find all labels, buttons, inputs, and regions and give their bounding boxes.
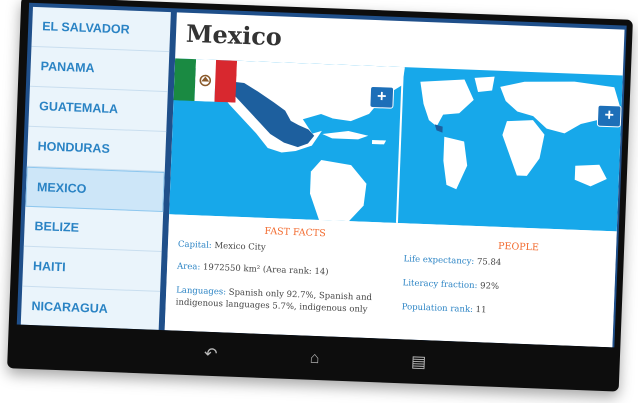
facts-panel: FAST FACTS PEOPLE Capital: Mexico City A… xyxy=(164,214,617,348)
country-item-guatemala[interactable]: GUATEMALA xyxy=(28,86,168,133)
capital-value: Mexico City xyxy=(214,240,266,253)
mexico-flag xyxy=(173,58,238,103)
nav-recents-button[interactable]: ▤ xyxy=(403,353,434,372)
world-africa xyxy=(502,120,545,176)
life-expectancy-fact: Life expectancy: 75.84 xyxy=(403,253,603,273)
country-item-mexico[interactable]: MEXICO xyxy=(25,166,165,212)
country-list: EL SALVADOR PANAMA GUATEMALA HONDURAS ME… xyxy=(20,6,171,330)
literacy-value: 92% xyxy=(479,281,500,292)
capital-label: Capital: xyxy=(177,239,212,251)
languages-fact: Languages: Spanish only 92.7%, Spanish a… xyxy=(175,285,386,317)
world-australia xyxy=(574,164,607,187)
people-heading: PEOPLE xyxy=(497,240,540,254)
country-item-nicaragua[interactable]: NICARAGUA xyxy=(20,286,161,330)
country-item-el-salvador[interactable]: EL SALVADOR xyxy=(31,6,171,53)
south-america-landmass xyxy=(310,160,367,222)
languages-label: Languages: xyxy=(175,285,227,298)
app-screen: EL SALVADOR PANAMA GUATEMALA HONDURAS ME… xyxy=(16,2,627,348)
population-rank-fact: Population rank: 11 xyxy=(401,301,601,321)
fast-facts-heading: FAST FACTS xyxy=(264,225,326,240)
world-greenland xyxy=(474,76,495,92)
life-expectancy-value: 75.84 xyxy=(476,257,502,269)
tablet-device: EL SALVADOR PANAMA GUATEMALA HONDURAS ME… xyxy=(7,0,633,392)
country-item-honduras[interactable]: HONDURAS xyxy=(26,126,167,173)
map-graphic xyxy=(174,58,620,224)
nav-back-button[interactable]: ↶ xyxy=(195,345,226,364)
home-icon: ⌂ xyxy=(309,349,320,368)
nav-home-button[interactable]: ⌂ xyxy=(299,349,330,368)
country-item-belize[interactable]: BELIZE xyxy=(23,206,164,252)
back-icon: ↶ xyxy=(203,345,218,364)
area-label: Area: xyxy=(176,261,201,273)
country-item-haiti[interactable]: HAITI xyxy=(22,246,162,292)
population-rank-label: Population rank: xyxy=(401,302,474,315)
recents-icon: ▤ xyxy=(410,353,427,372)
page-title: Mexico xyxy=(185,18,283,52)
life-expectancy-label: Life expectancy: xyxy=(403,254,475,267)
zoom-in-region-button[interactable]: + xyxy=(369,85,395,109)
country-item-panama[interactable]: PANAMA xyxy=(29,46,170,93)
literacy-fact: Literacy fraction: 92% xyxy=(402,277,602,297)
map-view[interactable]: ◂ + + xyxy=(169,58,623,232)
area-fact: Area: 1972550 km² (Area rank: 14) xyxy=(177,261,387,281)
capital-fact: Capital: Mexico City xyxy=(178,239,388,259)
country-detail: Mexico + + FAST FACTS PEOPLE Capital: Me… xyxy=(164,12,625,348)
world-mexico-marker xyxy=(434,124,443,133)
area-value: 1972550 km² (Area rank: 14) xyxy=(202,262,329,278)
world-americas xyxy=(420,79,474,190)
plus-icon: + xyxy=(604,106,615,125)
literacy-label: Literacy fraction: xyxy=(402,278,478,292)
zoom-in-world-button[interactable]: + xyxy=(596,104,622,128)
plus-icon: + xyxy=(376,88,387,106)
caribbean-islands xyxy=(322,131,387,145)
population-rank-value: 11 xyxy=(475,305,487,316)
